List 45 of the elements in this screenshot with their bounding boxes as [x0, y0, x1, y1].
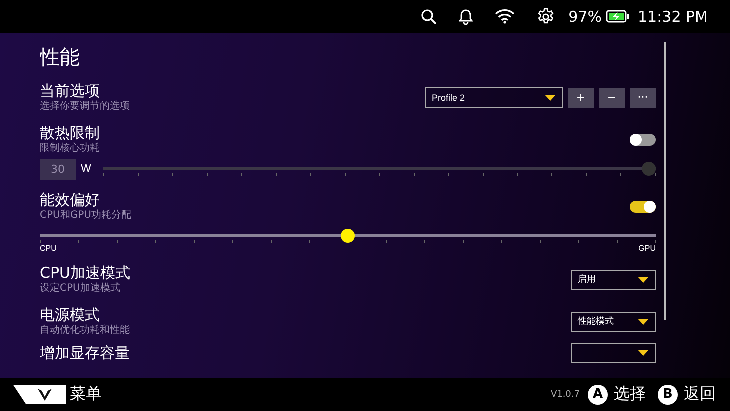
battery-percent: 97% — [568, 8, 602, 26]
version-label: V1.0.7 — [550, 390, 580, 400]
profile-button[interactable]: − — [599, 88, 625, 108]
setting-label: 散热限制 — [40, 124, 100, 142]
settings-icon[interactable] — [536, 8, 555, 26]
caret-icon — [638, 350, 649, 356]
setting-label: 增加显存容量 — [40, 344, 130, 362]
dropdown[interactable] — [571, 343, 656, 363]
logo-icon — [36, 388, 52, 402]
dropdown[interactable]: 性能模式 — [571, 312, 656, 332]
caret-icon — [638, 276, 649, 282]
setting-description: 选择你要调节的选项 — [40, 100, 130, 113]
setting-description: 限制核心功耗 — [40, 142, 100, 155]
profile-button[interactable]: ··· — [630, 88, 656, 108]
setting-label: 能效偏好 — [40, 191, 101, 209]
notification-icon[interactable] — [458, 8, 473, 24]
button-glyph: A — [588, 384, 608, 404]
setting-description: CPU和GPU功耗分配 — [40, 209, 132, 222]
menu-label: 菜单 — [70, 384, 102, 405]
setting-label: 当前选项 — [40, 82, 101, 100]
setting-description: 设定CPU加速模式 — [40, 282, 122, 295]
toggle-switch[interactable] — [630, 200, 656, 212]
slider[interactable] — [40, 229, 656, 243]
toggle-switch[interactable] — [630, 134, 656, 146]
caret-icon — [545, 94, 556, 100]
slider-max-label: GPU — [638, 244, 656, 253]
profile-button[interactable]: + — [568, 88, 594, 108]
dropdown[interactable]: 启用 — [571, 270, 656, 290]
search-icon[interactable] — [420, 8, 437, 24]
wattage-field[interactable]: 30 — [40, 158, 76, 180]
menu-button[interactable] — [13, 384, 66, 404]
unit-label: W — [81, 163, 92, 175]
action-label: 选择 — [614, 384, 646, 405]
button-glyph: B — [658, 384, 678, 404]
caret-icon — [638, 318, 649, 324]
clock-time: 11:32 PM — [638, 8, 708, 26]
setting-label: 电源模式 — [40, 306, 101, 324]
battery-charging-icon — [606, 10, 630, 23]
dropdown[interactable]: Profile 2 — [425, 87, 563, 108]
slider[interactable] — [103, 162, 656, 176]
setting-description: 自动优化功耗和性能 — [40, 324, 130, 337]
slider-min-label: CPU — [40, 244, 57, 253]
action-label: 返回 — [684, 384, 716, 405]
wifi-icon[interactable] — [494, 9, 515, 24]
setting-label: CPU加速模式 — [40, 264, 130, 282]
